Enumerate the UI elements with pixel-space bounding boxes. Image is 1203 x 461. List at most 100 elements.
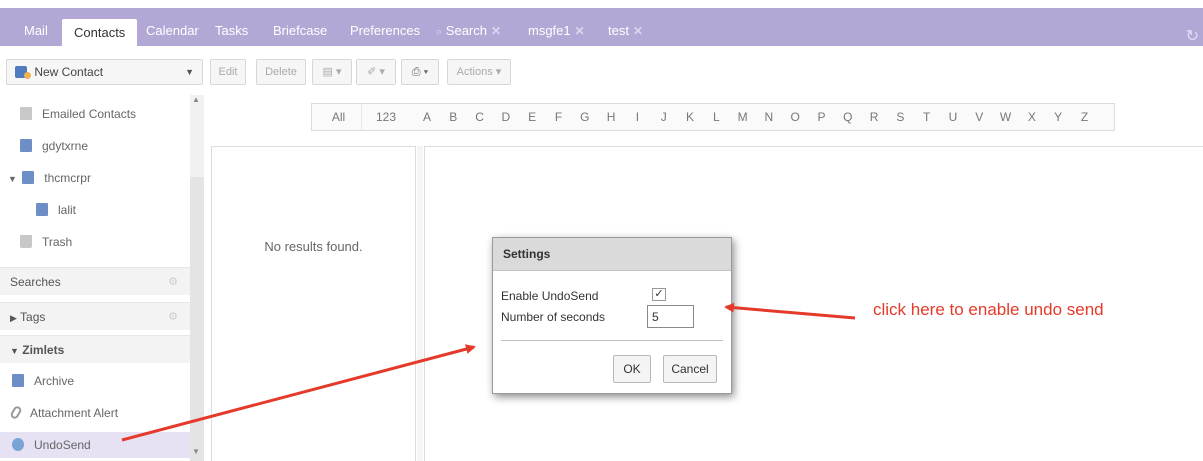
close-icon[interactable]: ✕	[491, 25, 501, 37]
sidebar-item-label: Emailed Contacts	[42, 107, 137, 121]
sidebar-item-label: Trash	[42, 235, 73, 249]
archive-icon	[12, 374, 24, 387]
close-icon[interactable]: ✕	[633, 25, 643, 37]
sidebar-item-undosend[interactable]: UndoSend	[0, 432, 190, 458]
alpha-letter-a[interactable]: A	[418, 104, 436, 130]
alpha-letter-l[interactable]: L	[707, 104, 725, 130]
tab-msgfe1[interactable]: msgfe1 ✕	[528, 16, 585, 46]
alpha-letter-q[interactable]: Q	[839, 104, 857, 130]
alpha-letter-h[interactable]: H	[602, 104, 620, 130]
tab-msgfe1-label: msgfe1	[528, 23, 571, 38]
alpha-letter-c[interactable]: C	[471, 104, 489, 130]
dialog-title: Settings	[493, 238, 731, 271]
tab-mail[interactable]: Mail	[24, 16, 48, 46]
alpha-letter-s[interactable]: S	[891, 104, 909, 130]
address-book-icon	[20, 139, 32, 152]
alpha-letter-i[interactable]: I	[628, 104, 646, 130]
alpha-letter-v[interactable]: V	[970, 104, 988, 130]
alpha-letter-x[interactable]: X	[1023, 104, 1041, 130]
sidebar-item-label: lalit	[58, 203, 77, 217]
alpha-letter-f[interactable]: F	[550, 104, 568, 130]
expand-arrow-icon[interactable]: ▶	[10, 313, 17, 323]
alpha-letter-d[interactable]: D	[497, 104, 515, 130]
searches-header[interactable]: Searches ⚙	[0, 267, 190, 295]
sidebar-item-label: thcmcrpr	[44, 171, 91, 185]
tab-search-label: Search	[445, 23, 487, 38]
new-contact-button[interactable]: New Contact ▼	[6, 59, 203, 85]
searches-label: Searches	[10, 275, 61, 289]
seconds-input[interactable]	[647, 305, 694, 328]
sidebar-item-lalit[interactable]: lalit	[0, 197, 190, 223]
number-of-seconds-label: Number of seconds	[501, 310, 606, 324]
address-book-icon	[20, 107, 32, 120]
delete-button[interactable]: Delete	[256, 59, 306, 85]
scroll-up-icon[interactable]: ▲	[192, 95, 200, 104]
cancel-button[interactable]: Cancel	[663, 355, 717, 383]
gear-icon[interactable]: ⚙	[168, 303, 178, 331]
alpha-letter-b[interactable]: B	[444, 104, 462, 130]
move-button[interactable]: ▤ ▾	[312, 59, 352, 85]
tab-search[interactable]: ⌕ Search ✕	[436, 16, 501, 46]
zimlets-header[interactable]: ▼ Zimlets	[0, 335, 190, 363]
ok-button[interactable]: OK	[613, 355, 651, 383]
alpha-letter-u[interactable]: U	[944, 104, 962, 130]
enable-undosend-label: Enable UndoSend	[501, 289, 599, 303]
sidebar-item-gdytxrne[interactable]: gdytxrne	[0, 133, 190, 159]
sidebar-item-attachment-alert[interactable]: Attachment Alert	[0, 400, 190, 426]
chevron-down-icon[interactable]: ▼	[185, 60, 194, 84]
sidebar-item-label: UndoSend	[34, 438, 91, 452]
alpha-letter-n[interactable]: N	[760, 104, 778, 130]
alpha-letter-m[interactable]: M	[734, 104, 752, 130]
alpha-123[interactable]: 123	[368, 104, 404, 130]
enable-undosend-checkbox[interactable]: ✓	[652, 288, 666, 301]
alpha-letter-y[interactable]: Y	[1049, 104, 1067, 130]
expand-arrow-icon[interactable]: ▼	[8, 174, 17, 184]
alpha-letter-t[interactable]: T	[918, 104, 936, 130]
alpha-all[interactable]: All	[316, 104, 362, 130]
alpha-letter-e[interactable]: E	[523, 104, 541, 130]
alpha-letter-p[interactable]: P	[813, 104, 831, 130]
sidebar-item-archive[interactable]: Archive	[0, 368, 190, 394]
alpha-letter-w[interactable]: W	[997, 104, 1015, 130]
sidebar-item-thcmcrpr[interactable]: ▼ thcmcrpr	[0, 165, 190, 191]
sidebar-item-trash[interactable]: Trash	[0, 229, 190, 255]
tab-tasks[interactable]: Tasks	[215, 16, 248, 46]
tags-header[interactable]: ▶ Tags ⚙	[0, 302, 190, 330]
gear-icon[interactable]: ⚙	[168, 268, 178, 296]
alpha-letter-g[interactable]: G	[576, 104, 594, 130]
edit-button[interactable]: Edit	[210, 59, 246, 85]
actions-menu[interactable]: Actions ▾	[447, 59, 511, 85]
contact-list-pane: No results found.	[211, 146, 416, 461]
tab-briefcase[interactable]: Briefcase	[273, 16, 327, 46]
tag-button[interactable]: ✐ ▾	[356, 59, 396, 85]
alpha-letter-j[interactable]: J	[655, 104, 673, 130]
alpha-letter-k[interactable]: K	[681, 104, 699, 130]
pane-splitter[interactable]	[417, 146, 423, 461]
sidebar-item-emailed-contacts[interactable]: Emailed Contacts	[0, 101, 190, 127]
sidebar: Emailed Contacts gdytxrne ▼ thcmcrpr lal…	[0, 95, 205, 461]
refresh-icon[interactable]: ↻	[1186, 26, 1199, 46]
sidebar-item-label: Archive	[34, 374, 75, 388]
folder-move-icon: ▤ ▾	[322, 66, 342, 78]
close-icon[interactable]: ✕	[575, 25, 585, 37]
empty-message: No results found.	[264, 239, 363, 254]
tab-calendar[interactable]: Calendar	[146, 16, 199, 46]
alpha-letter-r[interactable]: R	[865, 104, 883, 130]
tab-contacts[interactable]: Contacts	[62, 19, 138, 46]
sidebar-item-label: Attachment Alert	[30, 406, 119, 420]
tab-test-label: test	[608, 23, 629, 38]
dialog-divider	[501, 340, 723, 341]
sidebar-scrollbar-thumb[interactable]	[190, 177, 204, 461]
alpha-letter-z[interactable]: Z	[1076, 104, 1094, 130]
alpha-letter-o[interactable]: O	[786, 104, 804, 130]
tab-preferences[interactable]: Preferences	[350, 16, 420, 46]
collapse-arrow-icon[interactable]: ▼	[10, 346, 19, 356]
address-book-icon	[22, 171, 35, 184]
address-book-icon	[36, 203, 48, 216]
print-icon: ⎙ ▾	[411, 66, 429, 78]
scroll-down-icon[interactable]: ▼	[192, 447, 200, 456]
undo-send-icon	[12, 438, 24, 451]
tab-test[interactable]: test ✕	[608, 16, 643, 46]
print-button[interactable]: ⎙ ▾	[401, 59, 439, 85]
zimlets-label: Zimlets	[22, 343, 65, 357]
